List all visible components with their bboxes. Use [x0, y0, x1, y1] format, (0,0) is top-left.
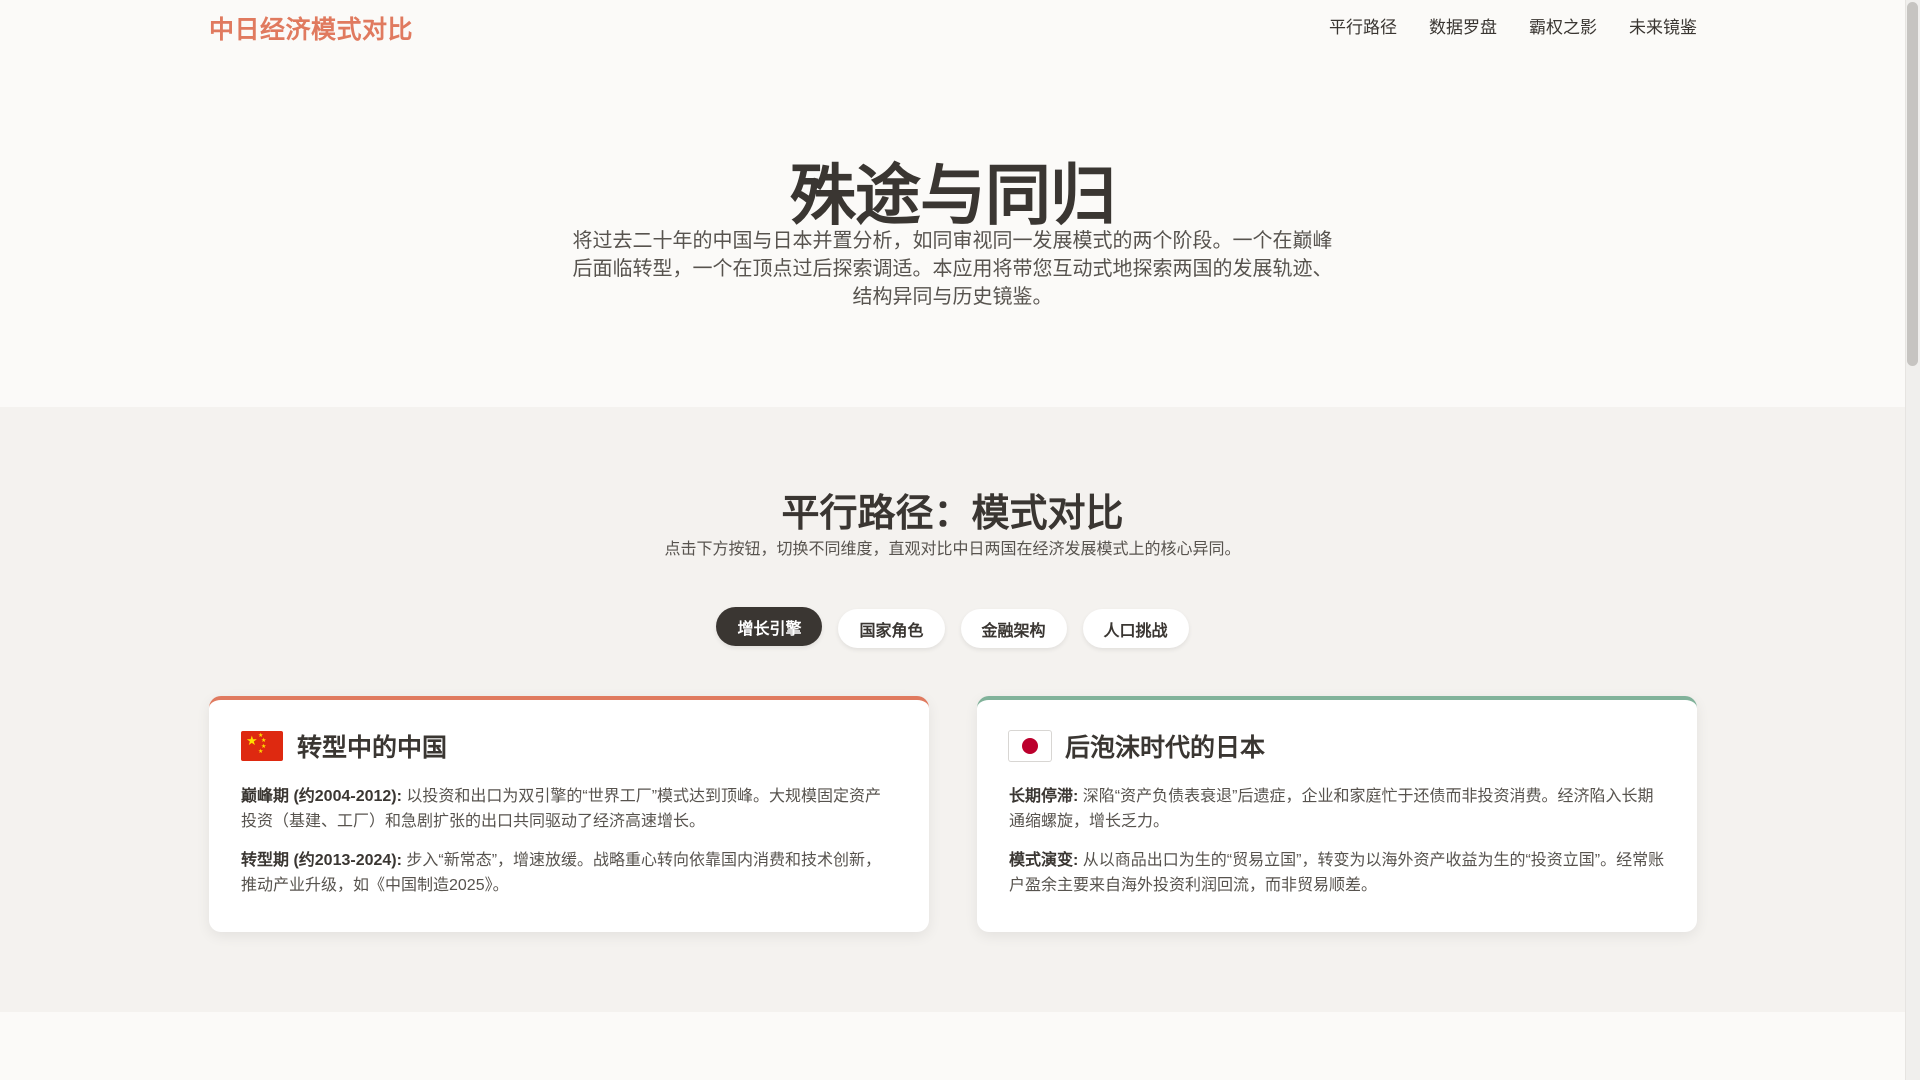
china-transition-paragraph: 转型期 (约2013-2024): 步入“新常态”，增速放缓。战略重心转向依靠国… — [241, 848, 897, 898]
hero-description: 将过去二十年的中国与日本并置分析，如同审视同一发展模式的两个阶段。一个在巅峰后面… — [572, 230, 1333, 308]
nav-link-parallel-paths[interactable]: 平行路径 — [1329, 13, 1397, 38]
china-transition-label: 转型期 (约2013-2024): — [241, 852, 402, 869]
china-card: ★ ★ ★ ★ ★ 转型中的中国 巅峰期 (约2004-2012): 以投资和出… — [209, 696, 929, 932]
japan-stagnation-text: 深陷“资产负债表衰退”后遗症，企业和家庭忙于还债而非投资消费。经济陷入长期通缩螺… — [1009, 788, 1654, 830]
hero-title: 殊途与同归 — [790, 158, 1116, 232]
japan-flag-icon — [1009, 731, 1051, 761]
top-navbar: 中日经济模式对比 平行路径 数据罗盘 霸权之影 未来镜鉴 — [0, 0, 1905, 57]
tab-growth-engine[interactable]: 增长引擎 — [716, 607, 823, 646]
japan-evolution-paragraph: 模式演变: 从以商品出口为生的“贸易立国”，转变为以海外资产收益为生的“投资立国… — [1009, 848, 1665, 898]
section-title: 平行路径：模式对比 — [781, 493, 1124, 535]
japan-card: 后泡沫时代的日本 长期停滞: 深陷“资产负债表衰退”后遗症，企业和家庭忙于还债而… — [977, 696, 1697, 932]
section-subtitle: 点击下方按钮，切换不同维度，直观对比中日两国在经济发展模式上的核心异同。 — [664, 541, 1241, 558]
page-scrollbar[interactable] — [1905, 0, 1920, 1080]
china-card-title: 转型中的中国 — [297, 734, 448, 762]
china-card-header: ★ ★ ★ ★ ★ 转型中的中国 — [241, 728, 897, 764]
nav-links: 平行路径 数据罗盘 霸权之影 未来镜鉴 — [1329, 13, 1697, 38]
tab-population-challenge[interactable]: 人口挑战 — [1082, 609, 1189, 648]
nav-link-data-compass[interactable]: 数据罗盘 — [1429, 13, 1497, 38]
japan-evolution-label: 模式演变: — [1009, 852, 1079, 869]
japan-card-header: 后泡沫时代的日本 — [1009, 728, 1665, 764]
tab-financial-architecture[interactable]: 金融架构 — [960, 609, 1067, 648]
japan-evolution-text: 从以商品出口为生的“贸易立国”，转变为以海外资产收益为生的“投资立国”。经常账户… — [1009, 852, 1665, 894]
china-peak-paragraph: 巅峰期 (约2004-2012): 以投资和出口为双引擎的“世界工厂”模式达到顶… — [241, 784, 897, 834]
parallel-paths-section: 平行路径：模式对比 点击下方按钮，切换不同维度，直观对比中日两国在经济发展模式上… — [0, 407, 1905, 1012]
china-peak-label: 巅峰期 (约2004-2012): — [241, 788, 402, 805]
japan-stagnation-paragraph: 长期停滞: 深陷“资产负债表衰退”后遗症，企业和家庭忙于还债而非投资消费。经济陷… — [1009, 784, 1665, 834]
scrollbar-thumb[interactable] — [1907, 2, 1918, 366]
nav-link-future-mirror[interactable]: 未来镜鉴 — [1629, 13, 1697, 38]
japan-stagnation-label: 长期停滞: — [1009, 788, 1079, 805]
tab-state-role[interactable]: 国家角色 — [838, 609, 945, 648]
japan-card-title: 后泡沫时代的日本 — [1065, 734, 1266, 762]
china-flag-icon: ★ ★ ★ ★ ★ — [241, 731, 283, 761]
hero-section: 殊途与同归 将过去二十年的中国与日本并置分析，如同审视同一发展模式的两个阶段。一… — [0, 57, 1905, 407]
nav-link-hegemony-shadow[interactable]: 霸权之影 — [1529, 13, 1597, 38]
dimension-tabs: 增长引擎 国家角色 金融架构 人口挑战 — [0, 607, 1905, 648]
brand-logo[interactable]: 中日经济模式对比 — [209, 10, 413, 46]
japan-flag-disc — [1022, 738, 1038, 754]
